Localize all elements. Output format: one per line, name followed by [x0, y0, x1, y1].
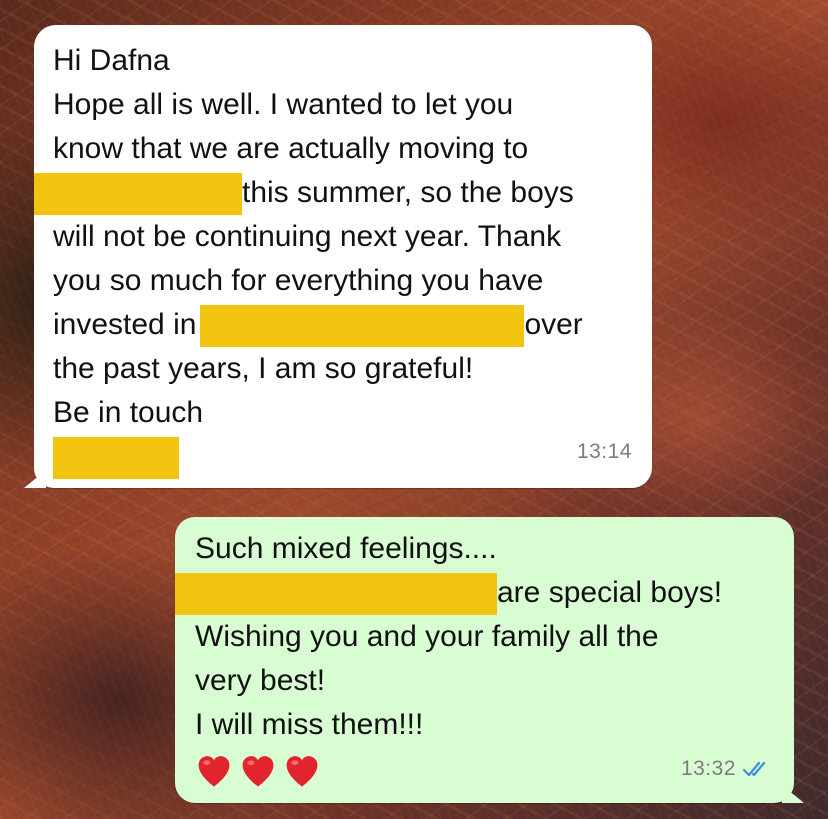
redacted-block	[200, 305, 525, 348]
message-line: invested in over	[53, 303, 583, 348]
message-line-segment: are special boys!	[497, 576, 723, 609]
message-line-segment: invested in	[53, 308, 197, 341]
message-meta: 13:32	[681, 747, 772, 791]
message-line: I will miss them!!!	[195, 708, 424, 741]
message-text: Such mixed feelings.... are special boys…	[175, 527, 723, 791]
message-line: the past years, I am so grateful!	[53, 352, 474, 385]
incoming-message-bubble[interactable]: Hi Dafna Hope all is well. I wanted to l…	[34, 25, 652, 488]
message-line: Hope all is well. I wanted to let you	[53, 88, 514, 121]
message-line: know that we are actually moving to	[53, 132, 529, 165]
message-line: Be in touch	[53, 396, 204, 429]
message-line: you so much for everything you have	[53, 264, 544, 297]
heart-icon	[286, 756, 318, 787]
message-timestamp: 13:14	[576, 440, 632, 463]
redacted-block	[53, 437, 179, 480]
hearts-emoji-row	[195, 747, 722, 791]
message-line: very best!	[195, 664, 326, 697]
outgoing-message-bubble[interactable]: Such mixed feelings.... are special boys…	[175, 517, 794, 803]
message-line: are special boys!	[175, 571, 723, 616]
message-line: Wishing you and your family all the	[195, 620, 659, 653]
message-timestamp: 13:32	[680, 757, 736, 780]
heart-icon	[242, 756, 274, 787]
message-line: will not be continuing next year. Thank	[53, 220, 562, 253]
message-line: this summer, so the boys	[34, 171, 583, 216]
double-check-icon	[742, 761, 766, 777]
heart-icon	[198, 756, 230, 787]
message-line: Hi Dafna	[53, 44, 170, 77]
redacted-block	[175, 573, 497, 616]
message-line: Such mixed feelings....	[195, 532, 497, 565]
message-text: Hi Dafna Hope all is well. I wanted to l…	[34, 39, 583, 480]
redacted-block	[34, 173, 242, 216]
message-line-segment: over	[524, 308, 583, 341]
message-line-segment: this summer, so the boys	[242, 176, 574, 209]
message-line	[53, 435, 583, 480]
